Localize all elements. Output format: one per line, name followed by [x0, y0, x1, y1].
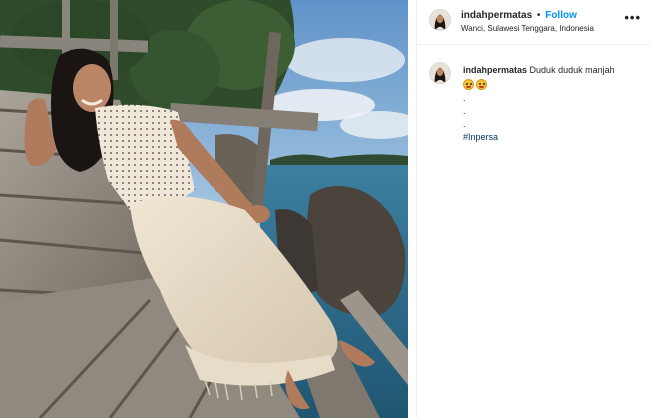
location-link[interactable]: Wanci, Sulawesi Tenggara, Indonesia [461, 23, 631, 34]
caption-avatar[interactable] [429, 62, 451, 84]
more-options-icon[interactable]: ••• [624, 11, 641, 24]
instagram-post: indahpermatas • Follow Wanci, Sulawesi T… [0, 0, 650, 418]
caption-dot-line: . [463, 106, 466, 116]
grinning-face-emoji-icon [476, 79, 487, 91]
post-side-panel: indahpermatas • Follow Wanci, Sulawesi T… [416, 0, 650, 418]
hashtag-link[interactable]: #Inpersa [463, 131, 645, 144]
post-header-text: indahpermatas • Follow Wanci, Sulawesi T… [461, 9, 631, 34]
caption-username-link[interactable]: indahpermatas [463, 65, 527, 75]
post-header: indahpermatas • Follow Wanci, Sulawesi T… [417, 0, 650, 45]
caption-dot-line: . [463, 119, 466, 129]
caption-emoji-row [463, 78, 645, 92]
username-link[interactable]: indahpermatas [461, 10, 532, 21]
caption-body: Duduk duduk manjah [529, 65, 615, 75]
follow-button[interactable]: Follow [545, 10, 577, 21]
avatar-icon [430, 10, 450, 30]
caption-text: indahpermatas Duduk duduk manjah . . . #… [463, 64, 645, 144]
caption-dot-line: . [463, 93, 466, 103]
avatar[interactable] [429, 9, 451, 31]
separator-dot: • [536, 10, 541, 21]
avatar-icon [430, 63, 450, 83]
post-image [0, 0, 408, 418]
post-photo[interactable] [0, 0, 408, 418]
grinning-face-emoji-icon [463, 79, 474, 91]
user-line: indahpermatas • Follow [461, 9, 631, 22]
